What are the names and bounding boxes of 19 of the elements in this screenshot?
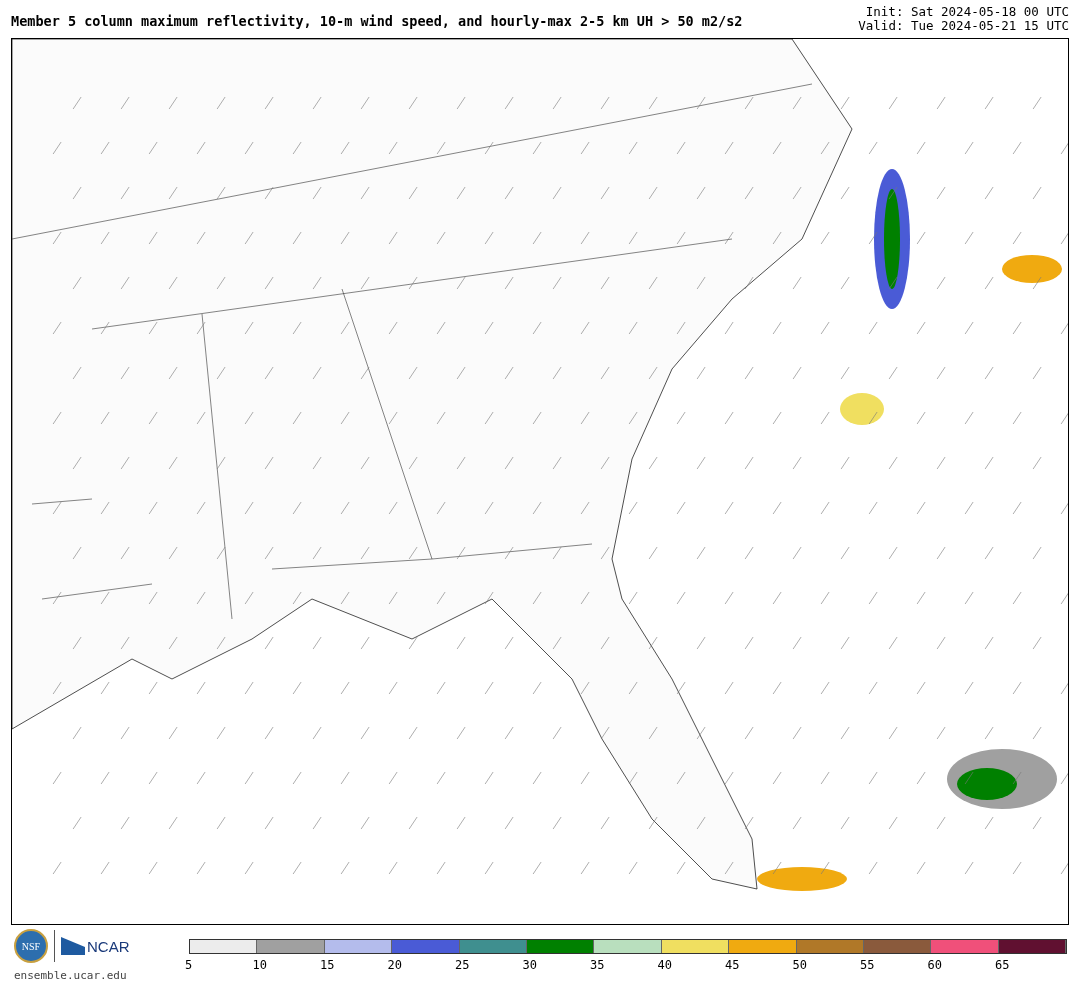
scale-label: 60 (927, 958, 943, 972)
scale-label: 10 (252, 958, 268, 972)
chart-title: Member 5 column maximum reflectivity, 10-m wind speed, and hourly-max 2-5 km UH > 50 m2/s2 (11, 13, 743, 29)
nsf-logo: NSF (14, 929, 48, 963)
init-time: Init: Sat 2024-05-18 00 UTC (864, 5, 1069, 19)
scale-label: 15 (320, 958, 336, 972)
scale-label: 35 (590, 958, 606, 972)
scale-label: 40 (657, 958, 673, 972)
scale-label: 25 (455, 958, 471, 972)
scale-label: 45 (725, 958, 741, 972)
site-url: ensemble.ucar.edu (14, 969, 128, 982)
ncar-logo: NCAR (61, 937, 130, 955)
scale-label: 20 (387, 958, 403, 972)
scale-label: 55 (860, 958, 876, 972)
valid-time: Valid: Tue 2024-05-21 15 UTC (858, 19, 1069, 33)
scale-label: 65 (995, 958, 1011, 972)
scale-label: 5 (185, 958, 194, 972)
scale-label: 30 (522, 958, 538, 972)
scale-label: 50 (792, 958, 808, 972)
